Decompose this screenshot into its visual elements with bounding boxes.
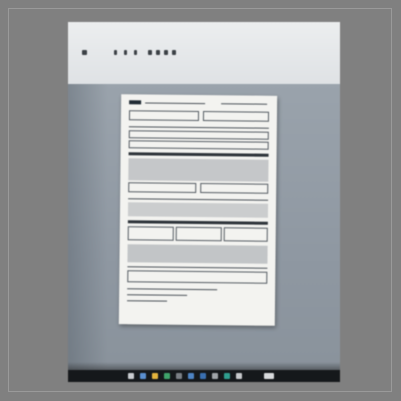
- taskbar-icon: [236, 373, 242, 379]
- form-rule: [127, 288, 218, 291]
- form-field: [200, 183, 269, 194]
- taskbar-icon: [264, 373, 274, 379]
- form-rule: [127, 266, 268, 269]
- form-grid: [127, 202, 269, 218]
- taskbar-icon: [200, 373, 206, 379]
- form-grid: [128, 158, 269, 182]
- taskbar-icon: [128, 373, 134, 379]
- form-rule: [128, 198, 269, 201]
- toolbar-icon: [156, 50, 160, 55]
- monitor-bezel: [68, 362, 340, 370]
- monitor-photo: [68, 22, 340, 382]
- form-field: [223, 227, 268, 242]
- toolbar-icon: [164, 50, 168, 55]
- form-field: [202, 111, 270, 122]
- toolbar-icon: [114, 50, 117, 55]
- viewer-edge-shadow: [68, 84, 108, 370]
- toolbar-icon: [134, 50, 137, 55]
- toolbar-icon: [172, 50, 176, 55]
- taskbar-icon: [140, 373, 146, 379]
- taskbar-icon: [212, 373, 218, 379]
- form-document-page: [118, 94, 278, 326]
- form-rule: [128, 126, 269, 129]
- taskbar-icon: [164, 373, 170, 379]
- form-field: [127, 226, 174, 241]
- form-header-bar: [127, 220, 268, 225]
- os-taskbar: [68, 370, 340, 382]
- taskbar-icon: [224, 373, 230, 379]
- viewer-toolbar: [68, 22, 340, 84]
- form-field: [128, 182, 197, 193]
- taskbar-icon: [176, 373, 182, 379]
- form-rule: [127, 294, 188, 296]
- form-rule: [127, 300, 168, 302]
- taskbar-icon: [152, 373, 158, 379]
- form-field: [128, 130, 269, 140]
- form-grid: [127, 244, 268, 264]
- form-field: [128, 140, 269, 150]
- form-logo: [129, 100, 142, 105]
- form-field: [127, 270, 268, 284]
- toolbar-icon: [124, 50, 127, 55]
- taskbar-icon: [188, 373, 194, 379]
- form-rule: [145, 102, 206, 105]
- form-field: [128, 110, 200, 122]
- form-rule: [221, 103, 268, 105]
- form-header-bar: [128, 152, 269, 157]
- form-field: [175, 226, 222, 242]
- toolbar-icon: [82, 50, 87, 55]
- monitor-screen: [68, 22, 340, 370]
- toolbar-icon: [148, 50, 152, 55]
